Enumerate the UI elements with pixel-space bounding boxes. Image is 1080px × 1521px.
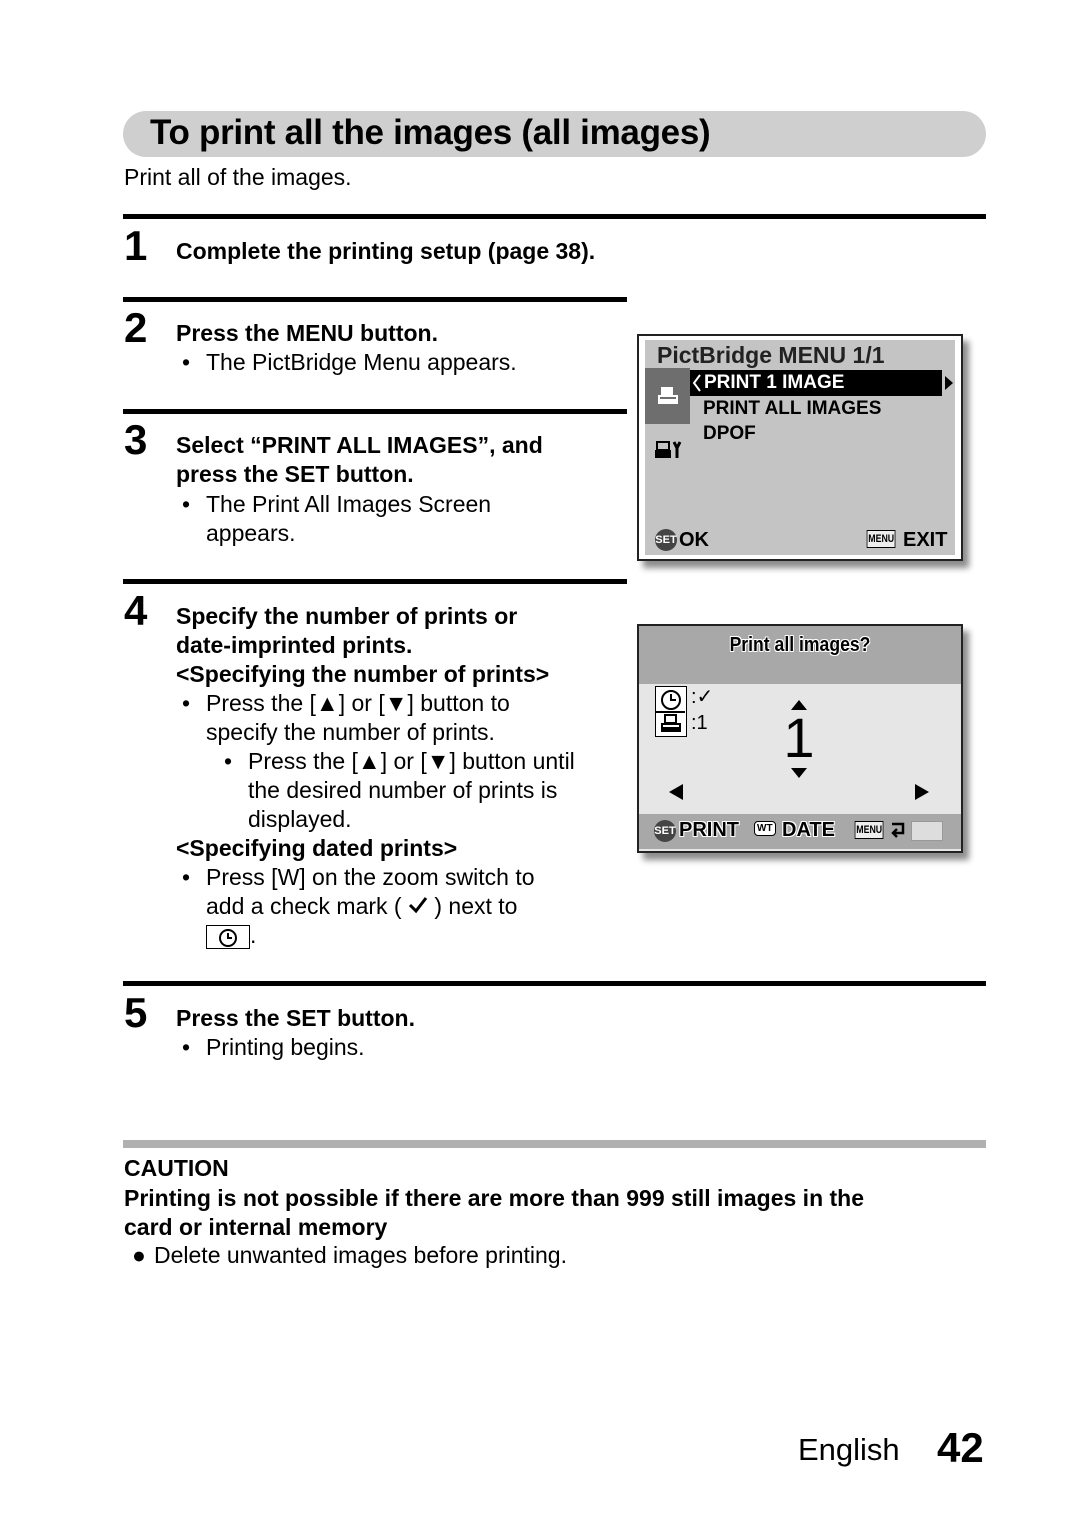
bullet-text: add a check mark ( xyxy=(206,893,402,919)
menu-item-dpof[interactable]: DPOF xyxy=(703,423,756,445)
menu-button-icon: MENU xyxy=(866,530,896,548)
bullet-text: Press [W] on the zoom switch to xyxy=(206,864,535,890)
prompt-band: Print all images? xyxy=(639,626,961,684)
menu-title: PictBridge MENU 1/1 xyxy=(657,342,885,368)
step-4-divider xyxy=(123,579,627,584)
step-4-heading-line-1: Specify the number of prints or xyxy=(176,603,518,629)
step-4-subbullet-cont-1: the desired number of prints is xyxy=(248,777,558,803)
date-status-value: :✓ xyxy=(691,686,714,708)
step-4-subbullet: • Press the [▲] or [▼] button until xyxy=(224,748,575,774)
pictbridge-menu-screen: PictBridge MENU 1/1 PRINT 1 IMAGE PRINT … xyxy=(637,334,963,561)
return-icon[interactable] xyxy=(889,821,909,841)
step-1-heading: Complete the printing setup (page 38). xyxy=(176,238,596,264)
page-title: To print all the images (all images) xyxy=(150,113,711,152)
print-all-images-screen: Print all images? :✓ :1 1 SET PRINT WT D… xyxy=(637,624,963,853)
step-2-divider xyxy=(123,297,627,302)
next-arrow-icon[interactable] xyxy=(915,784,929,800)
print-label[interactable]: PRINT xyxy=(679,819,739,842)
caution-bullet: ● Delete unwanted images before printing. xyxy=(132,1242,567,1268)
page-number: 42 xyxy=(937,1424,984,1471)
prints-status-value: :1 xyxy=(691,712,708,734)
left-arrow-icon xyxy=(692,374,701,392)
screen-footer: SET PRINT WT DATE MENU xyxy=(639,814,961,849)
step-5-number: 5 xyxy=(124,989,148,1036)
step-2-heading: Press the MENU button. xyxy=(176,320,438,346)
status-icons-box xyxy=(655,686,687,737)
zoom-wt-icon: WT xyxy=(754,821,776,836)
count-down-icon[interactable] xyxy=(791,768,807,778)
step-4-bullet-2: • Press [W] on the zoom switch to xyxy=(182,864,535,890)
step-4-heading-line-2: date-imprinted prints. xyxy=(176,632,413,658)
step-4-number: 4 xyxy=(124,587,148,634)
step-2-bullet: • The PictBridge Menu appears. xyxy=(182,349,517,375)
step-3-bullet: • The Print All Images Screen xyxy=(182,491,492,517)
bullet-text: The Print All Images Screen xyxy=(206,491,492,517)
menu-footer: SET OK MENU EXIT xyxy=(645,526,955,555)
print-tab[interactable] xyxy=(645,368,690,424)
step-5-divider xyxy=(123,981,986,986)
date-clock-icon xyxy=(206,924,250,949)
previous-arrow-icon[interactable] xyxy=(669,784,683,800)
step-4-bullet-2-cont-2: . xyxy=(206,921,256,950)
bullet-text: Delete unwanted images before printing. xyxy=(154,1242,567,1268)
set-button-icon: SET xyxy=(654,820,676,842)
bullet-text: Press the [▲] or [▼] button until xyxy=(248,748,575,774)
bullet-text: . xyxy=(250,922,257,948)
step-4-subbullet-cont-2: displayed. xyxy=(248,806,352,832)
right-arrow-icon xyxy=(945,376,953,390)
step-3-number: 3 xyxy=(124,416,148,463)
date-label[interactable]: DATE xyxy=(782,819,835,842)
intro-text: Print all of the images. xyxy=(124,164,352,190)
step-4-bullet-1: • Press the [▲] or [▼] button to xyxy=(182,690,510,716)
menu-item-label: PRINT 1 IMAGE xyxy=(704,372,845,393)
language-label: English xyxy=(798,1432,900,1467)
step-3-divider xyxy=(123,409,627,414)
caution-divider xyxy=(123,1140,986,1148)
step-1-divider xyxy=(123,214,986,219)
caution-heading-line-2: card or internal memory xyxy=(124,1214,388,1240)
check-mark-icon xyxy=(408,892,428,921)
bullet-text: The PictBridge Menu appears. xyxy=(206,349,517,375)
ok-label[interactable]: OK xyxy=(679,529,709,552)
menu-item-selected[interactable]: PRINT 1 IMAGE xyxy=(690,370,942,396)
step-4-bullet-1-cont: specify the number of prints. xyxy=(206,719,495,745)
step-5-heading: Press the SET button. xyxy=(176,1005,415,1031)
set-button-icon: SET xyxy=(655,529,677,551)
caution-heading-line-1: Printing is not possible if there are mo… xyxy=(124,1185,865,1211)
step-3-heading-line-1: Select “PRINT ALL IMAGES”, and xyxy=(176,432,543,458)
caution-label: CAUTION xyxy=(124,1155,229,1181)
printer-settings-icon[interactable] xyxy=(655,440,683,460)
menu-item-print-all[interactable]: PRINT ALL IMAGES xyxy=(703,398,881,420)
step-3-bullet-cont: appears. xyxy=(206,520,296,546)
exit-label[interactable]: EXIT xyxy=(903,529,947,552)
menu-button-icon: MENU xyxy=(854,821,884,839)
step-4-subheading-dated: <Specifying dated prints> xyxy=(176,835,458,861)
step-3-heading-line-2: press the SET button. xyxy=(176,461,414,487)
prompt-text: Print all images? xyxy=(729,634,871,656)
bullet-text: Press the [▲] or [▼] button to xyxy=(206,690,510,716)
print-count: 1 xyxy=(783,706,815,769)
printer-icon xyxy=(661,714,681,732)
menu-panel: PictBridge MENU 1/1 PRINT 1 IMAGE PRINT … xyxy=(645,340,955,526)
step-4-subheading-prints: <Specifying the number of prints> xyxy=(176,661,550,687)
step-1-number: 1 xyxy=(124,222,148,269)
printer-icon xyxy=(658,387,678,404)
step-5-bullet: • Printing begins. xyxy=(182,1034,365,1060)
step-4-bullet-2-cont: add a check mark ( ) next to xyxy=(206,892,517,921)
date-clock-icon xyxy=(661,690,681,710)
bullet-text: ) next to xyxy=(434,893,518,919)
battery-indicator xyxy=(911,821,943,841)
step-2-number: 2 xyxy=(124,304,148,351)
bullet-text: Printing begins. xyxy=(206,1034,365,1060)
